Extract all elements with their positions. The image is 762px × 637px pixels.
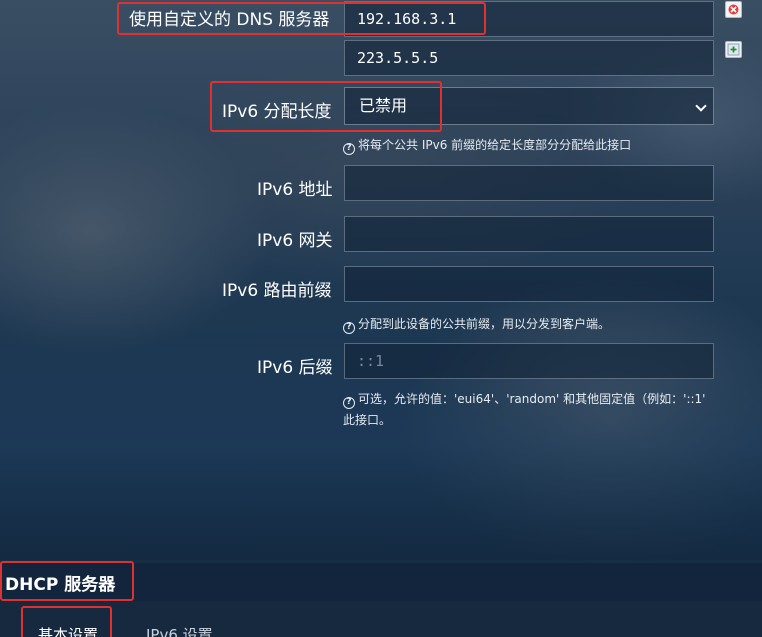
chevron-down-icon <box>695 100 707 112</box>
ipv6-address-label: IPv6 地址 <box>257 180 333 200</box>
dns-server-field-1[interactable]: 192.168.3.1 <box>344 1 714 37</box>
ipv6-prefix-label: IPv6 路由前缀 <box>222 281 332 301</box>
ipv6-suffix-label: IPv6 后缀 <box>257 358 333 378</box>
ipv6-suffix-hint-line1: 可选，允许的值：'eui64'、'random' 和其他固定值（例如：'::1' <box>358 392 706 406</box>
remove-icon[interactable] <box>725 1 742 18</box>
tab-basic-settings[interactable]: 基本设置 <box>38 624 98 637</box>
ipv6-suffix-input[interactable]: ::1 <box>344 343 714 379</box>
ipv6-prefix-hint-text: 分配到此设备的公共前缀，用以分发到客户端。 <box>358 317 611 331</box>
ipv6-gateway-label: IPv6 网关 <box>257 231 333 251</box>
ipv6-prefix-input[interactable] <box>344 266 714 302</box>
ipv6-assign-label: IPv6 分配长度 <box>222 102 332 122</box>
dns-label: 使用自定义的 DNS 服务器 <box>129 10 330 30</box>
dhcp-tabs-bar <box>0 601 762 637</box>
ipv6-prefix-hint: ? 分配到此设备的公共前缀，用以分发到客户端。 <box>343 315 610 334</box>
ipv6-suffix-hint: ? 可选，允许的值：'eui64'、'random' 和其他固定值（例如：'::1… <box>343 390 705 409</box>
ipv6-assign-selected: 已禁用 <box>359 96 408 115</box>
ipv6-address-input[interactable] <box>344 165 714 201</box>
ipv6-gateway-input[interactable] <box>344 216 714 252</box>
ipv6-assign-hint-text: 将每个公共 IPv6 前缀的给定长度部分分配给此接口 <box>358 138 632 152</box>
tab-ipv6-settings[interactable]: IPv6 设置 <box>146 624 213 637</box>
ipv6-suffix-hint-line2: 此接口。 <box>343 413 392 427</box>
dns-server-field-2[interactable]: 223.5.5.5 <box>344 40 714 76</box>
dhcp-section-title: DHCP 服务器 <box>5 575 116 595</box>
help-icon: ? <box>343 322 355 334</box>
ipv6-assign-hint: ? 将每个公共 IPv6 前缀的给定长度部分分配给此接口 <box>343 136 631 155</box>
ipv6-assign-select[interactable]: 已禁用 <box>344 87 714 125</box>
add-icon[interactable] <box>725 41 742 58</box>
help-icon: ? <box>343 143 355 155</box>
help-icon: ? <box>343 397 355 409</box>
